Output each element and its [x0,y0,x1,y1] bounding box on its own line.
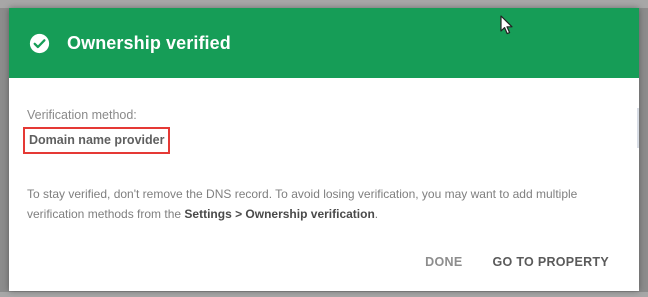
info-text-suffix: . [374,207,379,221]
dialog-header: Ownership verified [9,8,639,78]
go-to-property-button[interactable]: GO TO PROPERTY [493,255,610,269]
check-circle-icon [29,33,50,54]
backdrop-top [0,0,648,8]
verification-info-text: To stay verified, don't remove the DNS r… [27,184,617,224]
done-button[interactable]: DONE [425,255,462,269]
verification-method-label: Verification method: [27,108,137,122]
dialog-title: Ownership verified [67,32,231,53]
backdrop-bottom [0,292,648,297]
verification-method-highlight: Domain name provider [23,127,171,154]
mouse-cursor-icon [500,15,514,35]
settings-path: Settings > Ownership verification [184,207,375,221]
dialog-actions: DONE GO TO PROPERTY [425,255,609,269]
side-divider [637,108,639,148]
dialog-body: Verification method: Domain name provide… [9,108,639,224]
verification-method-value: Domain name provider [29,133,165,147]
ownership-verified-dialog: Ownership verified Verification method: … [9,8,639,291]
